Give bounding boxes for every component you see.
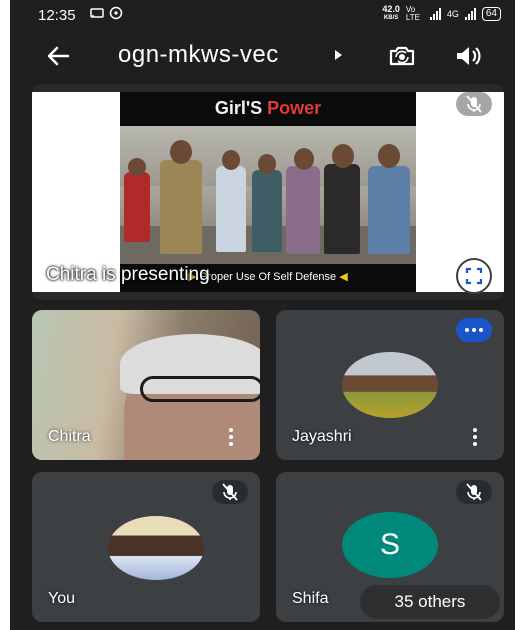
participant-name: Shifa (292, 590, 329, 607)
person-man (368, 166, 410, 254)
meeting-code[interactable]: ogn-mkws-vec (118, 41, 279, 69)
participant-name: Chitra (48, 428, 91, 445)
speed-unit: KB/S (383, 15, 399, 21)
mic-off-icon (456, 92, 492, 116)
others-count-chip[interactable]: 35 others (360, 585, 500, 619)
status-bar: 12:35 42.0 KB/S Vo LTE 4G 64 (10, 0, 515, 30)
more-vert-icon[interactable] (228, 428, 234, 446)
fullscreen-icon[interactable] (456, 258, 492, 294)
avatar (108, 516, 204, 580)
person-head (170, 140, 192, 164)
signal-icon (429, 8, 441, 20)
slide-title-part-1: Girl'S (214, 98, 263, 118)
switch-camera-icon[interactable] (387, 42, 417, 70)
participant-tile-chitra[interactable]: Chitra (32, 310, 260, 460)
person-head (378, 144, 400, 168)
person-officer (160, 160, 202, 254)
slide-title: Girl'S Power (120, 98, 416, 119)
person-head (128, 158, 146, 176)
person-man (252, 170, 282, 252)
more-vert-icon[interactable] (472, 428, 478, 446)
person-head (258, 154, 276, 174)
speaker-icon[interactable] (453, 42, 483, 70)
person-man (216, 166, 246, 252)
top-bar: ogn-mkws-vec (10, 30, 515, 82)
whatsapp-icon (109, 6, 123, 20)
signal-icon-2 (464, 8, 476, 20)
presentation-tile[interactable]: Girl'S Power ▶ Proper Use Of Self Defens… (32, 84, 504, 300)
participant-tile-jayashri[interactable]: Jayashri (276, 310, 504, 460)
person-man (324, 164, 360, 254)
speaking-indicator-icon (456, 318, 492, 342)
volte-label: Vo LTE (405, 5, 420, 22)
participant-tile-you[interactable]: You (32, 472, 260, 622)
person-head (294, 148, 314, 170)
battery-icon: 64 (481, 7, 501, 21)
slide-caption-text: Proper Use Of Self Defense (199, 271, 337, 283)
network-type: 4G (446, 9, 459, 19)
person-girl (124, 172, 150, 242)
participant-name: You (48, 590, 75, 607)
caret-right-icon[interactable] (335, 50, 342, 60)
participant-name: Jayashri (292, 428, 352, 445)
presenter-label: Chitra is presenting (46, 264, 210, 285)
network-speed: 42.0 KB/S (382, 5, 400, 23)
shared-video: Girl'S Power ▶ Proper Use Of Self Defens… (120, 92, 416, 292)
mic-off-icon (456, 480, 492, 504)
slide-margin-left (32, 92, 120, 292)
person-head (222, 150, 240, 170)
slide-title-part-2: Power (267, 98, 322, 118)
avatar-initial: S (342, 512, 438, 578)
meet-screen: 12:35 42.0 KB/S Vo LTE 4G 64 ogn-mkws-ve… (10, 0, 515, 630)
status-time: 12:35 (38, 7, 76, 24)
back-arrow-icon[interactable] (44, 42, 72, 70)
person-man (286, 166, 320, 254)
mic-off-icon (212, 480, 248, 504)
avatar (342, 352, 438, 418)
cast-icon (90, 6, 104, 20)
chitra-glasses (140, 376, 260, 402)
person-head (332, 144, 354, 168)
video-scene (120, 126, 416, 264)
speed-value: 42.0 (382, 4, 400, 14)
status-right: 42.0 KB/S Vo LTE 4G 64 (382, 5, 501, 23)
